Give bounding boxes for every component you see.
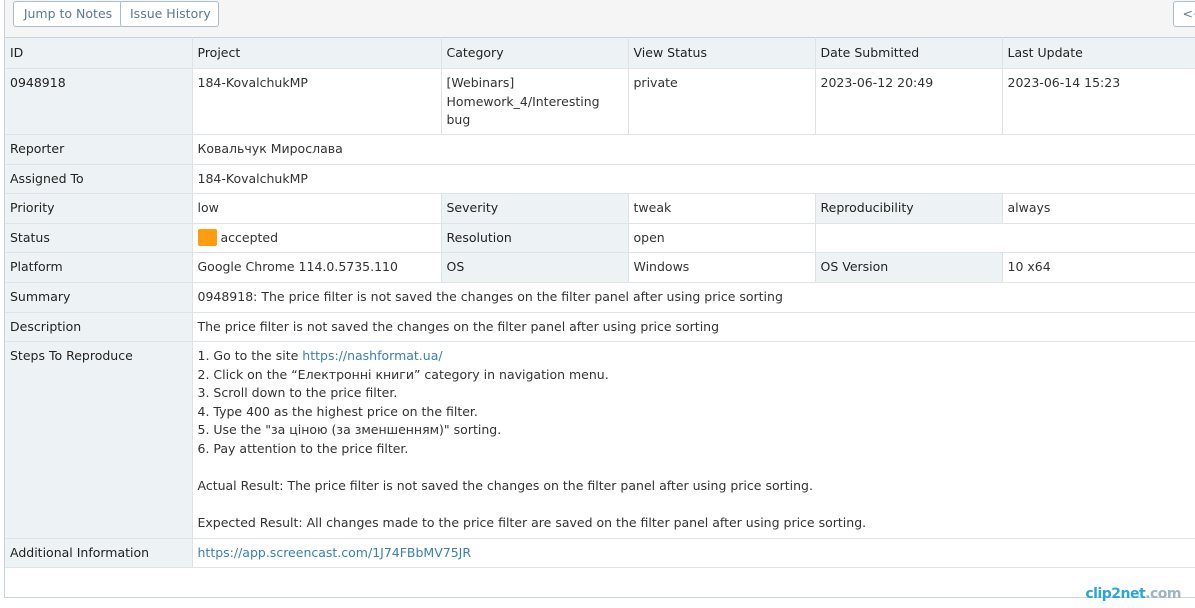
reporter-row: Reporter Ковальчук Мирослава	[5, 134, 1195, 165]
view-status-header: View Status	[627, 37, 816, 69]
last-update-header: Last Update	[1001, 37, 1195, 69]
summary-label: Summary	[5, 282, 193, 313]
issue-project: 184-KovalchukMP	[191, 68, 442, 135]
step-2: 2. Click on the “Електронні книги” categ…	[197, 366, 609, 382]
steps-label: Steps To Reproduce	[5, 341, 193, 539]
priority-value: low	[191, 193, 442, 224]
additional-info-row: Additional Information https://app.scree…	[5, 538, 1195, 568]
additional-info-label: Additional Information	[5, 538, 193, 568]
step-1-text: 1. Go to the site	[197, 348, 303, 363]
header-row: ID Project Category View Status Date Sub…	[5, 37, 1195, 69]
issue-id: 0948918	[5, 68, 193, 135]
status-color-swatch	[197, 229, 217, 246]
os-version-label: OS Version	[814, 252, 1003, 283]
step-3: 3. Scroll down to the price filter.	[197, 385, 398, 400]
actual-result: Actual Result: The price filter is not s…	[197, 477, 813, 493]
platform-row: Platform Google Chrome 114.0.5735.110 OS…	[5, 252, 1195, 283]
assigned-to-value: 184-KovalchukMP	[191, 164, 1195, 194]
project-header: Project	[191, 37, 442, 69]
id-header: ID	[5, 37, 193, 69]
step-6: 6. Pay attention to the price filter.	[197, 440, 409, 456]
description-row: Description The price filter is not save…	[5, 312, 1195, 342]
status-cell: accepted	[191, 223, 442, 253]
issue-date-submitted: 2023-06-12 20:49	[814, 68, 1003, 135]
jump-to-notes-button[interactable]: Jump to Notes	[13, 1, 123, 27]
date-submitted-header: Date Submitted	[814, 37, 1003, 69]
description-label: Description	[5, 312, 193, 342]
clip2net-watermark: clip2net.com	[1085, 586, 1181, 602]
reporter-value: Ковальчук Мирослава	[191, 134, 1195, 165]
issue-category: [Webinars] Homework_4/Interesting bug	[440, 68, 629, 135]
steps-spacer-2	[198, 495, 1190, 514]
issue-view-status: private	[627, 68, 816, 135]
watermark-domain: .com	[1145, 586, 1181, 602]
expected-result: Expected Result: All changes made to the…	[197, 514, 867, 530]
empty-cell	[814, 223, 1195, 253]
priority-row: Priority low Severity tweak Reproducibil…	[5, 193, 1195, 224]
step-4: 4. Type 400 as the highest price on the …	[197, 403, 478, 419]
status-row: Status accepted Resolution open	[5, 223, 1195, 253]
summary-value: 0948918: The price filter is not saved t…	[191, 282, 1195, 313]
issue-history-button[interactable]: Issue History	[120, 1, 219, 27]
issue-last-update: 2023-06-14 15:23	[1001, 68, 1195, 135]
resolution-label: Resolution	[440, 223, 629, 253]
watermark-brand: clip2net	[1085, 586, 1146, 602]
priority-label: Priority	[5, 193, 193, 224]
severity-label: Severity	[440, 193, 629, 224]
steps-value: 1. Go to the site https://nashformat.ua/…	[191, 341, 1195, 539]
description-value: The price filter is not saved the change…	[191, 312, 1195, 342]
additional-info-value: https://app.screencast.com/1J74FBbMV75JR	[191, 538, 1195, 568]
screencast-link[interactable]: https://app.screencast.com/1J74FBbMV75JR	[198, 545, 472, 560]
resolution-value: open	[627, 223, 816, 253]
steps-spacer	[198, 458, 1190, 477]
platform-label: Platform	[5, 252, 193, 283]
step-1: 1. Go to the site https://nashformat.ua/	[198, 347, 1190, 366]
reporter-label: Reporter	[5, 134, 193, 165]
assigned-to-label: Assigned To	[5, 164, 193, 194]
assigned-to-row: Assigned To 184-KovalchukMP	[5, 164, 1195, 194]
issue-summary-row: 0948918 184-KovalchukMP [Webinars] Homew…	[5, 68, 1195, 135]
summary-row: Summary 0948918: The price filter is not…	[5, 282, 1195, 313]
reproducibility-label: Reproducibility	[814, 193, 1003, 224]
site-link[interactable]: https://nashformat.ua/	[302, 348, 442, 363]
previous-issue-button[interactable]: <<	[1173, 1, 1195, 27]
step-5: 5. Use the "за ціною (за зменшенням)" so…	[197, 422, 502, 437]
os-version-value: 10 x64	[1001, 252, 1195, 283]
severity-value: tweak	[627, 193, 816, 224]
platform-value: Google Chrome 114.0.5735.110	[191, 252, 442, 283]
steps-row: Steps To Reproduce 1. Go to the site htt…	[5, 341, 1195, 539]
os-value: Windows	[627, 252, 816, 283]
issue-details-table: ID Project Category View Status Date Sub…	[5, 37, 1195, 568]
os-label: OS	[440, 252, 629, 283]
category-header: Category	[440, 37, 629, 69]
status-label: Status	[5, 223, 193, 253]
status-value: accepted	[220, 230, 279, 245]
reproducibility-value: always	[1001, 193, 1195, 224]
issue-toolbar: Jump to Notes Issue History <<	[5, 0, 1195, 37]
